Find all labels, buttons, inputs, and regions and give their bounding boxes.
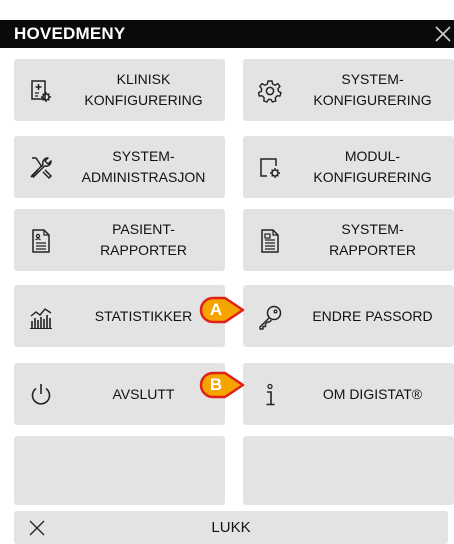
- system-reports-button[interactable]: SYSTEM- RAPPORTER: [243, 209, 454, 271]
- tile-label: PASIENT- RAPPORTER: [100, 221, 187, 258]
- tile-label: ENDRE PASSORD: [312, 307, 433, 324]
- close-menu-label: LUKK: [211, 519, 251, 536]
- callout-b: B: [199, 371, 247, 399]
- module-configuration-button[interactable]: MODUL- KONFIGURERING: [243, 136, 454, 198]
- system-administration-button[interactable]: SYSTEM- ADMINISTRASJON: [14, 136, 225, 198]
- close-icon[interactable]: [432, 23, 454, 45]
- change-password-button[interactable]: ENDRE PASSORD: [243, 285, 454, 347]
- menu-title: HOVEDMENY: [14, 24, 126, 43]
- close-menu-button[interactable]: LUKK: [14, 511, 448, 544]
- main-menu-header: HOVEDMENY: [0, 20, 454, 48]
- module-config-icon: [260, 158, 280, 178]
- patient-report-icon: [32, 229, 50, 253]
- statistics-button[interactable]: STATISTIKKER: [14, 285, 225, 347]
- tile-label: SYSTEM- RAPPORTER: [329, 221, 416, 258]
- tile-label: SYSTEM- ADMINISTRASJON: [81, 148, 206, 185]
- empty-tile: [243, 436, 454, 505]
- key-icon: [259, 305, 282, 330]
- empty-tile: [14, 436, 225, 505]
- gear-icon: [257, 80, 282, 103]
- callout-letter: B: [209, 375, 223, 394]
- power-icon: [31, 384, 51, 405]
- tile-label: STATISTIKKER: [94, 307, 193, 324]
- about-digistat-button[interactable]: OM DIGISTAT®: [243, 363, 454, 425]
- tile-label: KLINISK KONFIGURERING: [84, 71, 203, 108]
- statistics-icon: [30, 308, 52, 329]
- clinical-config-icon: [31, 80, 51, 102]
- system-report-icon: [261, 229, 279, 253]
- info-icon: [266, 383, 275, 406]
- tools-icon: [30, 157, 53, 180]
- exit-button[interactable]: AVSLUTT: [14, 363, 225, 425]
- tile-label: SYSTEM- KONFIGURERING: [313, 71, 432, 108]
- clinical-configuration-button[interactable]: KLINISK KONFIGURERING: [14, 59, 225, 121]
- callout-letter: A: [209, 300, 223, 319]
- tile-label: AVSLUTT: [112, 385, 175, 402]
- callout-a: A: [199, 296, 247, 324]
- system-configuration-button[interactable]: SYSTEM- KONFIGURERING: [243, 59, 454, 121]
- patient-reports-button[interactable]: PASIENT- RAPPORTER: [14, 209, 225, 271]
- tile-label: MODUL- KONFIGURERING: [313, 148, 432, 185]
- tile-label: OM DIGISTAT®: [322, 385, 423, 402]
